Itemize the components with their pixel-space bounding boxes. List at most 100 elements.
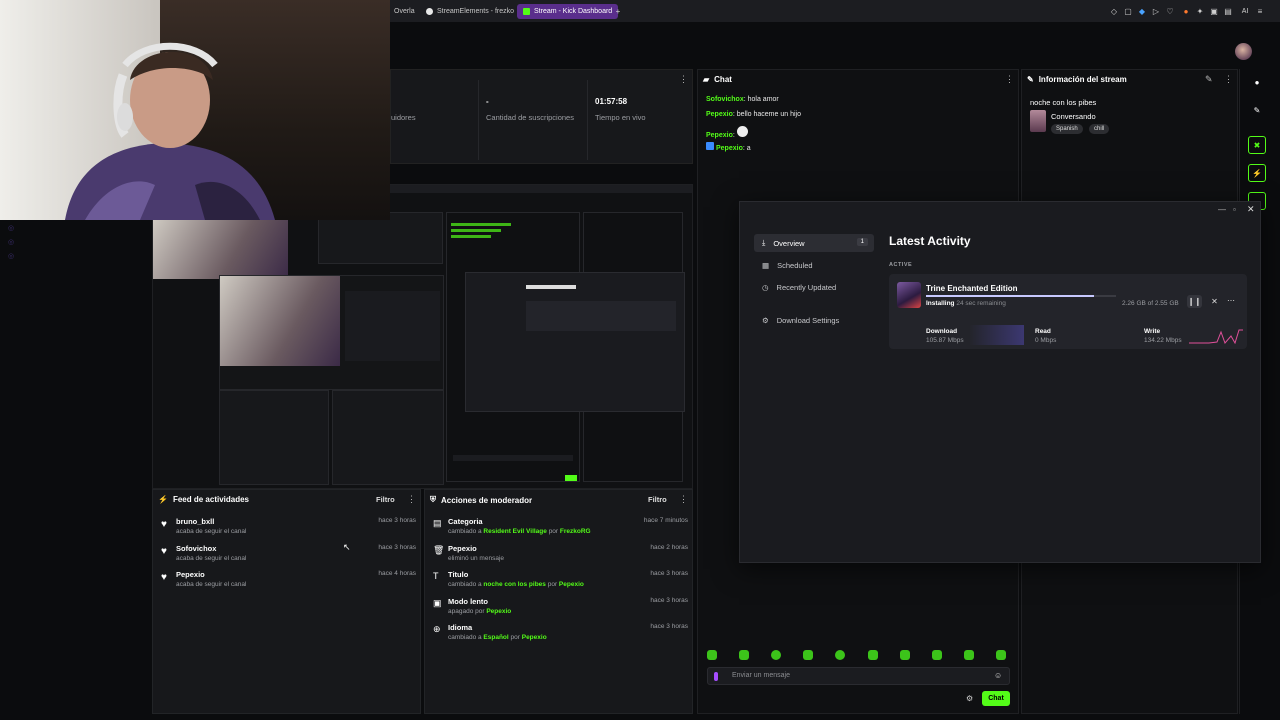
globe-icon: ⊕ [433, 624, 441, 634]
nested-emotes [453, 455, 573, 461]
download-icon: ⤓ [762, 238, 766, 247]
feed-action: acaba de seguir el canal [176, 555, 247, 562]
chat-username[interactable]: Pepexio [716, 145, 743, 152]
nested-screen-capture [152, 184, 693, 489]
menu-icon[interactable]: ≡ [1254, 5, 1266, 17]
maximize-icon[interactable]: ▫ [1233, 205, 1236, 214]
stream-tag: Spanish [1051, 124, 1083, 134]
shortcut-button[interactable]: ⚡ [1248, 164, 1266, 182]
browser-tab-active[interactable]: Stream - Kick Dashboard [517, 4, 619, 19]
heart-icon: ♥ [161, 572, 167, 583]
chat-input[interactable]: Enviar un mensaje ☺ [707, 667, 1010, 685]
section-label: ACTIVE [889, 262, 913, 268]
feed-user[interactable]: Pepexio [176, 570, 205, 579]
emote-icon[interactable] [739, 650, 749, 660]
close-icon[interactable]: ✕ [1247, 204, 1255, 215]
count-badge: 1 [856, 238, 868, 246]
list-item: ▣ Modo lento apagado por Pepexio hace 3 … [433, 597, 688, 623]
pencil-icon[interactable]: ✎ [1248, 101, 1266, 119]
emote-icon[interactable] [996, 650, 1006, 660]
more-options-icon[interactable]: ⋮ [1005, 74, 1014, 85]
heart-icon[interactable]: ♡ [1164, 5, 1176, 17]
mod-action-name: Categoria [448, 517, 483, 526]
bookmark-icon[interactable]: ◇ [1108, 5, 1120, 17]
reader-icon[interactable]: ▢ [1122, 5, 1134, 17]
pause-button[interactable]: ❙❙ [1187, 295, 1202, 308]
write-graph [1189, 329, 1243, 344]
extensions-icon[interactable]: ✦ [1194, 5, 1206, 17]
brave-icon[interactable]: ● [1180, 5, 1192, 17]
sidebar-icon-1[interactable]: ◎ [8, 224, 14, 232]
divider [478, 80, 479, 160]
feed-action: acaba de seguir el canal [176, 581, 247, 588]
nested-feed [219, 390, 329, 485]
nav-overview[interactable]: ⤓ Overview 1 [754, 234, 874, 252]
stat-value: 01:57:58 [595, 97, 628, 106]
feed-filter-button[interactable]: Filtro [376, 495, 395, 504]
more-options-icon[interactable]: ⋮ [679, 74, 688, 85]
mod-time: hace 3 horas [650, 570, 688, 577]
nav-download-settings[interactable]: ⚙ Download Settings [754, 311, 874, 329]
emote-icon[interactable] [932, 650, 942, 660]
more-options-icon[interactable]: ⋯ [1227, 296, 1235, 305]
chat-title: ▰ Chat [703, 75, 732, 84]
browser-tab[interactable]: Overla [388, 4, 421, 19]
download-card: Trine Enchanted Edition Installing 24 se… [889, 274, 1247, 349]
wallet-icon[interactable]: ▣ [1208, 5, 1220, 17]
emote-icon[interactable] [803, 650, 813, 660]
stat-label: Cantidad de suscripciones [486, 113, 574, 122]
list-item: T Titulo cambiado a noche con los pibes … [433, 570, 688, 596]
feed-user[interactable]: bruno_bxll [176, 517, 214, 526]
nav-scheduled[interactable]: ▦ Scheduled [754, 256, 874, 274]
chat-username[interactable]: Sofovichox [706, 96, 744, 103]
ai-icon[interactable]: AI [1237, 5, 1253, 17]
info-icon[interactable]: ● [1248, 73, 1266, 91]
emote-icon[interactable] [900, 650, 910, 660]
more-options-icon[interactable]: ⋮ [407, 494, 416, 505]
mod-action-detail: cambiado a Resident Evil Village por Fre… [448, 528, 591, 535]
browser-tab[interactable]: StreamElements - frezko [420, 4, 520, 19]
download-graph [969, 325, 1024, 345]
stat-label: Tiempo en vivo [595, 113, 646, 122]
stream-category: Conversando [1051, 112, 1096, 121]
more-options-icon[interactable]: ⋮ [679, 494, 688, 505]
chat-send-button[interactable]: Chat [982, 691, 1010, 706]
emote-icon[interactable] [964, 650, 974, 660]
trash-icon: 🗑 [433, 545, 445, 555]
emoji-icon[interactable]: ☺ [994, 671, 1002, 680]
more-options-icon[interactable]: ⋮ [1224, 74, 1233, 85]
edit-icon[interactable]: ✎ [1205, 74, 1213, 85]
slow-mode-icon: ▣ [433, 598, 442, 608]
game-title[interactable]: Trine Enchanted Edition [926, 284, 1018, 293]
sidebar-icon[interactable]: ▤ [1222, 5, 1234, 17]
chat-username[interactable]: Pepexio [706, 111, 733, 118]
emote-icon[interactable] [835, 650, 845, 660]
sidebar-icon-2[interactable]: ◎ [8, 238, 14, 246]
chat-username[interactable]: Pepexio [706, 132, 733, 139]
avatar[interactable] [1235, 43, 1252, 60]
minimize-icon[interactable]: — [1218, 205, 1226, 214]
chat-message: Sofovichox: hola amor [706, 96, 779, 103]
game-thumbnail[interactable] [897, 282, 921, 308]
nested-dashboard-2 [219, 275, 444, 390]
settings-gear-icon[interactable]: ⚙ [966, 694, 973, 703]
new-tab-button[interactable]: + [612, 5, 624, 17]
feed-user[interactable]: Sofovichox [176, 544, 216, 553]
mod-action-name: Modo lento [448, 597, 488, 606]
emote-icon[interactable] [771, 650, 781, 660]
emote-icon[interactable] [707, 650, 717, 660]
mod-filter-button[interactable]: Filtro [648, 495, 667, 504]
shield-icon[interactable]: ◆ [1136, 5, 1148, 17]
emote-icon[interactable] [868, 650, 878, 660]
sidebar-icon-3[interactable]: ◎ [8, 252, 14, 260]
activity-feed-panel: ⚡ Feed de actividades Filtro ⋮ ♥ bruno_b… [152, 489, 421, 714]
nav-recently-updated[interactable]: ◷ Recently Updated [754, 278, 874, 296]
webcam-overlay [0, 0, 390, 220]
chat-message: Pepexio: a [706, 142, 751, 152]
stat-label: uidores [391, 113, 416, 122]
shortcut-button[interactable]: ✖ [1248, 136, 1266, 154]
shield-icon: ⛨ [430, 495, 436, 504]
play-icon[interactable]: ▷ [1150, 5, 1162, 17]
cancel-download-button[interactable]: ✕ [1207, 295, 1222, 308]
progress-bar [926, 295, 1116, 297]
